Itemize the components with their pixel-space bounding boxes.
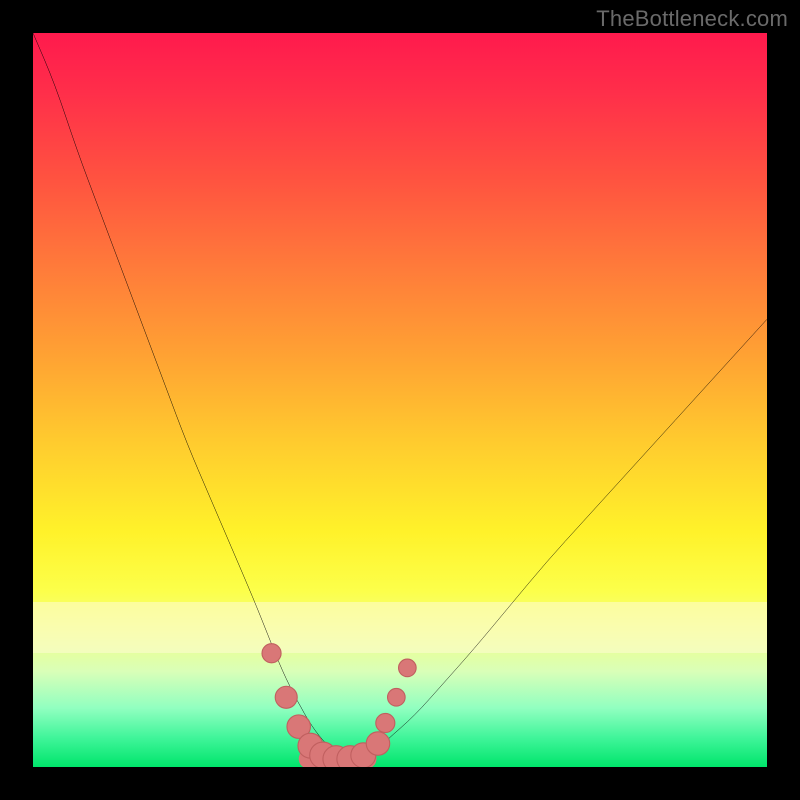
watermark-text: TheBottleneck.com: [596, 6, 788, 32]
curve-layer: [33, 33, 767, 767]
data-marker: [366, 732, 389, 755]
bottleneck-curve: [33, 33, 767, 759]
plot-area: [33, 33, 767, 767]
data-marker: [262, 644, 281, 663]
data-marker: [376, 713, 395, 732]
chart-frame: TheBottleneck.com: [0, 0, 800, 800]
data-marker: [388, 688, 406, 706]
data-marker: [275, 686, 297, 708]
data-marker: [399, 659, 417, 677]
curve-group: [33, 33, 767, 767]
